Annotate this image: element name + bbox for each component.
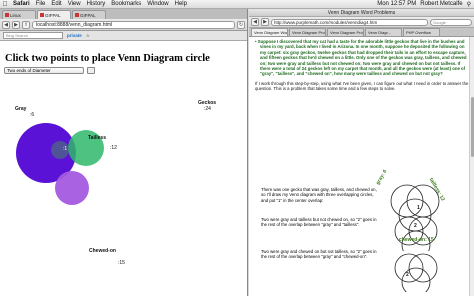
mode-select[interactable]: Two ends of Diameter xyxy=(4,67,84,74)
menu-view[interactable]: View xyxy=(65,1,84,7)
star-icon[interactable]: ☆ xyxy=(86,33,90,39)
problem-statement: Suppose I discovered that my cat had a t… xyxy=(255,39,470,77)
left-tab-1[interactable]: Linux xyxy=(2,10,36,19)
menu-file[interactable]: File xyxy=(33,1,49,7)
tailless-label: Tailless xyxy=(88,135,106,141)
right-tab-3[interactable]: Venn Diagram Probl... xyxy=(327,28,364,36)
right-forward-button[interactable]: ▶ xyxy=(261,18,269,26)
spotlight-icon[interactable]: ⚲ xyxy=(467,1,471,8)
chewed-circle xyxy=(55,171,89,205)
tab-favicon-icon xyxy=(40,13,44,17)
chewed-label: Chewed-on xyxy=(89,248,116,254)
fig1-center: 1 xyxy=(417,205,420,211)
geckos-count: :24 xyxy=(204,106,211,112)
menu-window[interactable]: Window xyxy=(144,1,171,7)
menubar-status: Mon 12:57 PM Robert Metcalfe ⚲ xyxy=(377,1,474,8)
right-scrollbar[interactable] xyxy=(469,37,474,296)
select-arrow-button[interactable] xyxy=(87,67,95,74)
right-browser-window: Venn Diagram Word Problems ◀ ▶ http://ww… xyxy=(249,9,474,296)
right-window-title: Venn Diagram Word Problems xyxy=(249,9,474,17)
left-tab-3[interactable]: GIFPAL xyxy=(72,10,106,19)
page-title: Click two points to place Venn Diagram c… xyxy=(5,53,210,64)
right-search-input[interactable]: Google xyxy=(430,18,472,26)
user-name[interactable]: Robert Metcalfe xyxy=(420,1,462,7)
menu-edit[interactable]: Edit xyxy=(48,1,64,7)
step-1-text: There was one gecko that was gray, taill… xyxy=(261,187,377,203)
right-toolbar: ◀ ▶ http://www.purplemath.com/modules/ve… xyxy=(249,17,474,28)
venn-canvas[interactable]: Gray :6 Geckos :24 Tailless :12 Chewed-o… xyxy=(0,80,247,296)
step-2-text: Two were gray and tailless but not chewe… xyxy=(261,217,377,228)
right-tab-2[interactable]: Venn Diagram Problems xyxy=(289,28,326,36)
menu-history[interactable]: History xyxy=(84,1,109,7)
forward-button[interactable]: ▶ xyxy=(12,20,20,29)
reload-icon[interactable]: ↻ xyxy=(237,20,245,29)
right-address-bar[interactable]: http://www.purplemath.com/modules/venndi… xyxy=(271,18,428,26)
menu-bar:  Safari File Edit View History Bookmark… xyxy=(0,0,474,9)
tab-favicon-icon xyxy=(5,13,9,17)
controls-row: Two ends of Diameter xyxy=(0,64,247,77)
left-toolbar: ◀ ▶ ⇧ localhost:8888/venn_diagram.html ↻ xyxy=(0,19,247,31)
chewed-count: :15 xyxy=(118,260,125,266)
clock: Mon 12:57 PM xyxy=(377,1,417,7)
right-tab-5[interactable]: PHP Overflow xyxy=(403,28,440,36)
left-bookmarks-bar: Bing Search private ☆ xyxy=(0,31,247,41)
gray-count: :6 xyxy=(30,112,35,118)
back-button[interactable]: ◀ xyxy=(2,20,10,29)
menu-help[interactable]: Help xyxy=(172,1,190,7)
tab-favicon-icon xyxy=(75,13,79,17)
left-tab-strip: Linux GIFPAL GIFPAL xyxy=(0,9,247,19)
tailless-count: :12 xyxy=(110,145,117,151)
bookmark-search-input[interactable]: Bing Search xyxy=(3,32,63,39)
fig2-two: 2 xyxy=(414,223,417,229)
private-label[interactable]: private xyxy=(67,33,82,38)
right-tab-strip: Venn Diagram Word Problems Venn Diagram … xyxy=(249,28,474,37)
right-tab-4[interactable]: Venn Diagr... xyxy=(365,28,402,36)
right-back-button[interactable]: ◀ xyxy=(251,18,259,26)
intro-paragraph: If I work through this step-by-step, usi… xyxy=(255,80,469,92)
step-3-text: Two were gray and chewed on but not tail… xyxy=(261,249,377,260)
fig3-two: 2 xyxy=(406,272,409,278)
right-tab-1[interactable]: Venn Diagram Word Problems xyxy=(251,28,288,36)
venn-page: Click two points to place Venn Diagram c… xyxy=(0,50,247,296)
center-count: :1 xyxy=(63,146,68,152)
venn-figure-2: 2 xyxy=(385,215,445,260)
menu-app[interactable]: Safari xyxy=(10,1,33,7)
apple-icon[interactable]:  xyxy=(0,1,10,8)
fig-label-chewed: chewed-on: 15 xyxy=(399,237,434,243)
left-address-bar[interactable]: localhost:8888/venn_diagram.html xyxy=(32,20,235,29)
left-browser-window: Linux GIFPAL GIFPAL ◀ ▶ ⇧ localhost:8888… xyxy=(0,9,248,296)
gray-label: Gray xyxy=(15,106,27,112)
left-tab-2[interactable]: GIFPAL xyxy=(37,10,71,19)
share-icon[interactable]: ⇧ xyxy=(22,20,30,29)
menu-bookmarks[interactable]: Bookmarks xyxy=(108,1,144,7)
venn-figure-3: 2 xyxy=(385,252,445,296)
